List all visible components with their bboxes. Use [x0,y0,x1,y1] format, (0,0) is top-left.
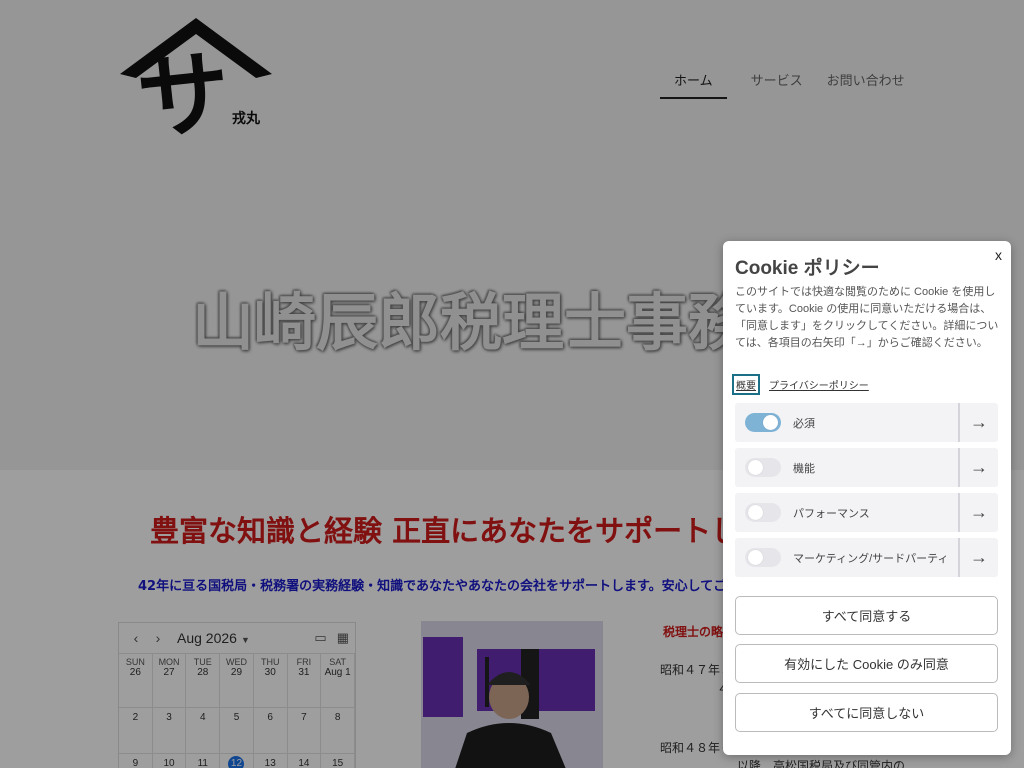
arrow-right-icon[interactable]: → [958,403,998,442]
category-label: マーケティング/サードパーティ [793,552,949,565]
category-label: パフォーマンス [793,507,870,520]
cookie-links: 概要 プライバシーポリシー [732,374,869,395]
summary-link[interactable]: 概要 [732,374,760,395]
category-label: 必須 [793,417,815,430]
cookie-category-required: 必須 → [735,403,998,442]
required-toggle[interactable] [745,413,781,432]
cookie-title: Cookie ポリシー [735,258,880,279]
toggle-knob [748,505,763,520]
cookie-dialog: x Cookie ポリシー このサイトでは快適な閲覧のために Cookie を使… [723,241,1011,755]
cookie-category-marketing: マーケティング/サードパーティ → [735,538,998,577]
category-label: 機能 [793,462,815,475]
close-icon[interactable]: x [995,247,1002,263]
cookie-category-performance: パフォーマンス → [735,493,998,532]
arrow-right-icon[interactable]: → [958,538,998,577]
performance-toggle[interactable] [745,503,781,522]
toggle-knob [748,460,763,475]
accept-selected-button[interactable]: 有効にした Cookie のみ同意 [735,644,998,683]
cookie-category-functional: 機能 → [735,448,998,487]
toggle-knob [763,415,778,430]
privacy-policy-link[interactable]: プライバシーポリシー [769,377,869,392]
reject-all-button[interactable]: すべてに同意しない [735,693,998,732]
marketing-toggle[interactable] [745,548,781,567]
functional-toggle[interactable] [745,458,781,477]
cookie-description: このサイトでは快適な閲覧のために Cookie を使用しています。Cookie … [735,286,999,349]
accept-all-button[interactable]: すべて同意する [735,596,998,635]
arrow-right-icon[interactable]: → [958,448,998,487]
arrow-right-icon[interactable]: → [958,493,998,532]
toggle-knob [748,550,763,565]
